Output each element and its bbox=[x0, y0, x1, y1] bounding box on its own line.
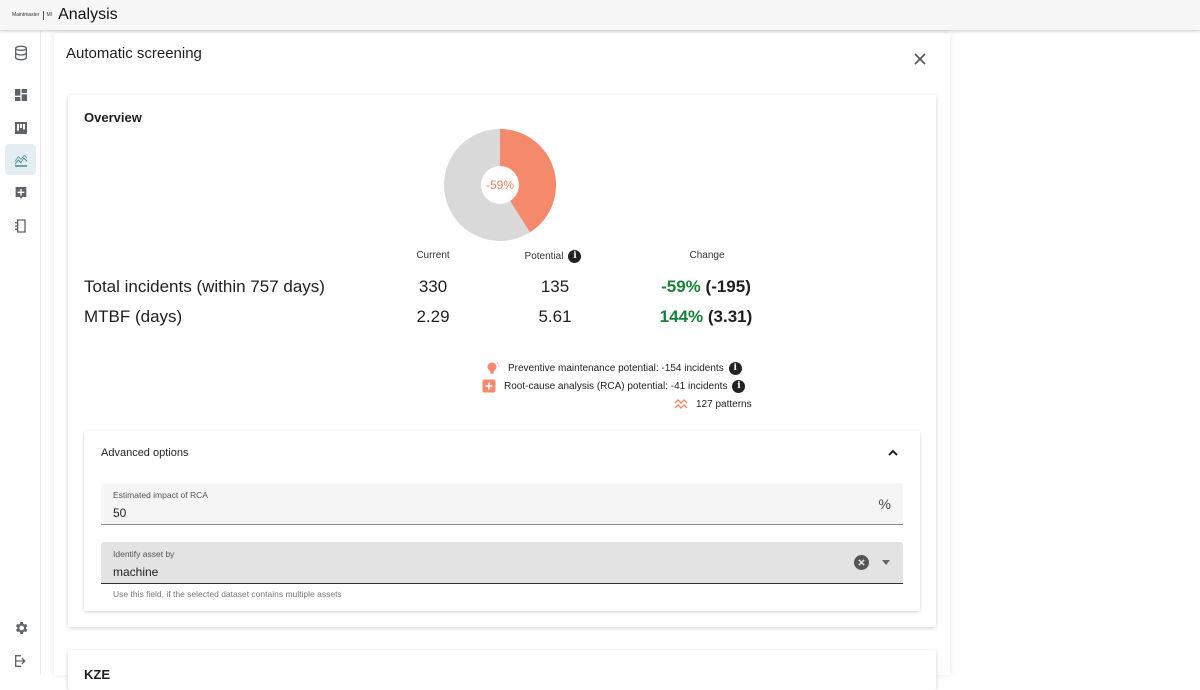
change-absolute: (3.31) bbox=[707, 307, 753, 326]
advanced-options-panel: Advanced options Estimated impact of RCA… bbox=[84, 431, 920, 611]
overview-title: Overview bbox=[84, 110, 142, 125]
analysis-icon[interactable] bbox=[5, 144, 36, 175]
logo-text: Maintmaster bbox=[12, 12, 40, 18]
column-potential-header: Potential i bbox=[508, 250, 598, 263]
info-icon[interactable]: i bbox=[568, 250, 582, 263]
rca-impact-value[interactable]: 50 bbox=[113, 506, 126, 520]
rca-line: Root-cause analysis (RCA) potential: -41… bbox=[482, 379, 746, 393]
dashboard-icon[interactable] bbox=[5, 79, 36, 110]
row-label-total-incidents: Total incidents (within 757 days) bbox=[84, 277, 325, 296]
clear-icon[interactable] bbox=[854, 555, 869, 570]
column-current: Current bbox=[416, 250, 450, 261]
overview-card: Overview -59% Current Potential i Change… bbox=[68, 95, 936, 627]
change-percent: -59% bbox=[661, 277, 701, 296]
asset-identifier-value[interactable]: machine bbox=[113, 565, 158, 579]
notebook-icon[interactable] bbox=[5, 210, 36, 241]
settings-icon[interactable] bbox=[5, 612, 36, 643]
asset-identifier-hint: Use this field, if the selected dataset … bbox=[113, 589, 342, 599]
asset-identifier-label: Identify asset by bbox=[113, 549, 175, 559]
logout-icon[interactable] bbox=[5, 645, 36, 676]
rca-impact-field[interactable]: Estimated impact of RCA 50 % bbox=[101, 483, 903, 525]
pattern-icon bbox=[674, 397, 688, 411]
preventive-maintenance-text: Preventive maintenance potential: -154 i… bbox=[508, 362, 724, 374]
logo-suffix: MI bbox=[46, 12, 53, 18]
report-icon[interactable] bbox=[5, 177, 36, 208]
rca-text: Root-cause analysis (RCA) potential: -41… bbox=[504, 380, 728, 392]
preventive-maintenance-line: Preventive maintenance potential: -154 i… bbox=[486, 361, 742, 375]
donut-label: -59% bbox=[485, 178, 514, 192]
info-icon[interactable]: i bbox=[732, 379, 746, 393]
value-potential: 5.61 bbox=[538, 307, 572, 326]
advanced-options-title[interactable]: Advanced options bbox=[101, 447, 188, 459]
patterns-line: 127 patterns bbox=[674, 397, 752, 411]
logo-divider bbox=[42, 10, 44, 20]
close-button[interactable] bbox=[910, 49, 930, 69]
percent-suffix: % bbox=[878, 496, 891, 512]
chevron-up-icon[interactable] bbox=[886, 446, 902, 462]
dialog-title: Automatic screening bbox=[66, 45, 202, 62]
patterns-text: 127 patterns bbox=[696, 398, 752, 410]
dropdown-arrow-icon[interactable] bbox=[882, 560, 890, 565]
kze-card: KZE bbox=[68, 650, 936, 690]
value-current: 2.29 bbox=[416, 307, 450, 326]
database-icon[interactable] bbox=[5, 37, 36, 68]
close-icon bbox=[914, 53, 926, 65]
column-change: Change bbox=[689, 250, 725, 261]
row-label-mtbf: MTBF (days) bbox=[84, 307, 183, 326]
rca-impact-label: Estimated impact of RCA bbox=[113, 490, 208, 500]
lightbulb-icon bbox=[486, 361, 500, 375]
change-absolute: (-195) bbox=[705, 277, 751, 296]
sidebar bbox=[0, 31, 41, 675]
column-potential: Potential bbox=[524, 251, 564, 262]
value-potential: 135 bbox=[540, 277, 570, 296]
value-change: 144% (3.31) bbox=[636, 307, 776, 327]
app-logo[interactable]: Maintmaster MI bbox=[12, 10, 53, 20]
asset-identifier-select[interactable]: Identify asset by machine bbox=[101, 542, 903, 584]
info-icon[interactable]: i bbox=[728, 361, 742, 375]
change-percent: 144% bbox=[659, 307, 704, 326]
board-icon[interactable] bbox=[5, 112, 36, 143]
value-change: -59% (-195) bbox=[636, 277, 776, 297]
top-bar: Maintmaster MI Analysis bbox=[0, 0, 1200, 31]
screening-dialog: Automatic screening Overview -59% Curren… bbox=[54, 33, 950, 690]
rca-icon bbox=[482, 379, 496, 393]
app-title: Analysis bbox=[58, 6, 118, 23]
value-current: 330 bbox=[418, 277, 448, 296]
